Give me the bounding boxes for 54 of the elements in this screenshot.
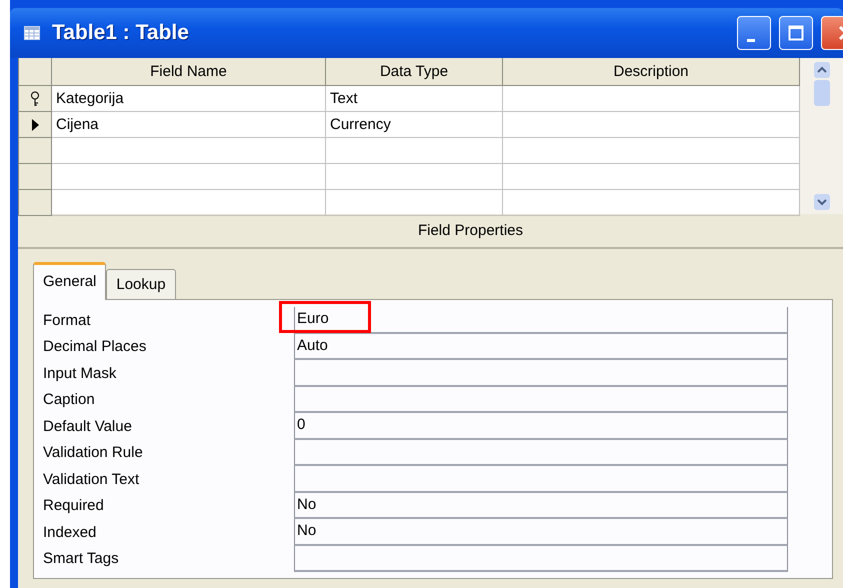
property-label: Input Mask xyxy=(43,364,118,382)
table-icon xyxy=(24,26,40,40)
property-label: Decimal Places xyxy=(43,338,148,356)
minimize-icon xyxy=(747,38,755,42)
property-label: Smart Tags xyxy=(43,550,120,568)
property-label: Caption xyxy=(43,391,96,408)
property-label: Required xyxy=(43,497,105,514)
table-cell[interactable] xyxy=(52,164,326,190)
column-header[interactable]: Data Type xyxy=(326,58,502,86)
table-cell[interactable] xyxy=(52,138,326,164)
property-field[interactable] xyxy=(294,466,788,492)
property-field[interactable]: Auto xyxy=(294,334,788,360)
corner-header xyxy=(18,58,52,86)
table-cell[interactable] xyxy=(502,138,800,164)
property-field[interactable]: Euro xyxy=(294,307,788,334)
tab[interactable]: General xyxy=(33,262,106,300)
table-cell[interactable] xyxy=(326,164,502,190)
row-selector[interactable] xyxy=(18,112,52,138)
property-field[interactable]: No xyxy=(294,519,788,546)
minimize-button[interactable] xyxy=(737,16,771,50)
property-label: Format xyxy=(43,312,92,329)
vertical-scrollbar[interactable] xyxy=(800,58,843,214)
scroll-down-icon[interactable] xyxy=(814,194,830,210)
scroll-up-icon[interactable] xyxy=(814,62,830,78)
property-field[interactable] xyxy=(294,360,788,386)
window-title: Table1 : Table xyxy=(52,21,190,45)
table-cell[interactable]: Text xyxy=(326,86,502,112)
table-cell[interactable]: Kategorija xyxy=(52,86,326,112)
table-cell[interactable]: Currency xyxy=(326,112,502,138)
table-cell[interactable] xyxy=(326,138,502,164)
property-field[interactable] xyxy=(294,546,788,572)
tab[interactable]: Lookup xyxy=(106,269,176,299)
table-cell[interactable] xyxy=(52,190,326,216)
property-field[interactable]: 0 xyxy=(294,413,788,440)
table-cell[interactable] xyxy=(502,164,800,190)
property-label: Indexed xyxy=(43,524,98,541)
property-label: Validation Text xyxy=(43,470,140,488)
table-cell[interactable] xyxy=(326,190,502,216)
column-header[interactable]: Field Name xyxy=(52,58,326,86)
property-field[interactable]: No xyxy=(294,492,788,519)
property-label: Validation Rule xyxy=(43,444,144,462)
property-field[interactable] xyxy=(294,440,788,466)
column-header[interactable]: Description xyxy=(502,58,800,86)
maximize-icon xyxy=(788,25,804,41)
table-cell[interactable] xyxy=(502,86,800,112)
section-title: Field Properties xyxy=(18,214,843,249)
row-selector[interactable] xyxy=(18,86,52,112)
table-cell[interactable]: Cijena xyxy=(52,112,326,138)
maximize-button[interactable] xyxy=(779,16,813,50)
table-cell[interactable] xyxy=(502,112,800,138)
table-cell[interactable] xyxy=(502,190,800,216)
property-field[interactable] xyxy=(294,386,788,413)
scroll-thumb[interactable] xyxy=(814,80,830,106)
property-label: Default Value xyxy=(43,418,133,435)
